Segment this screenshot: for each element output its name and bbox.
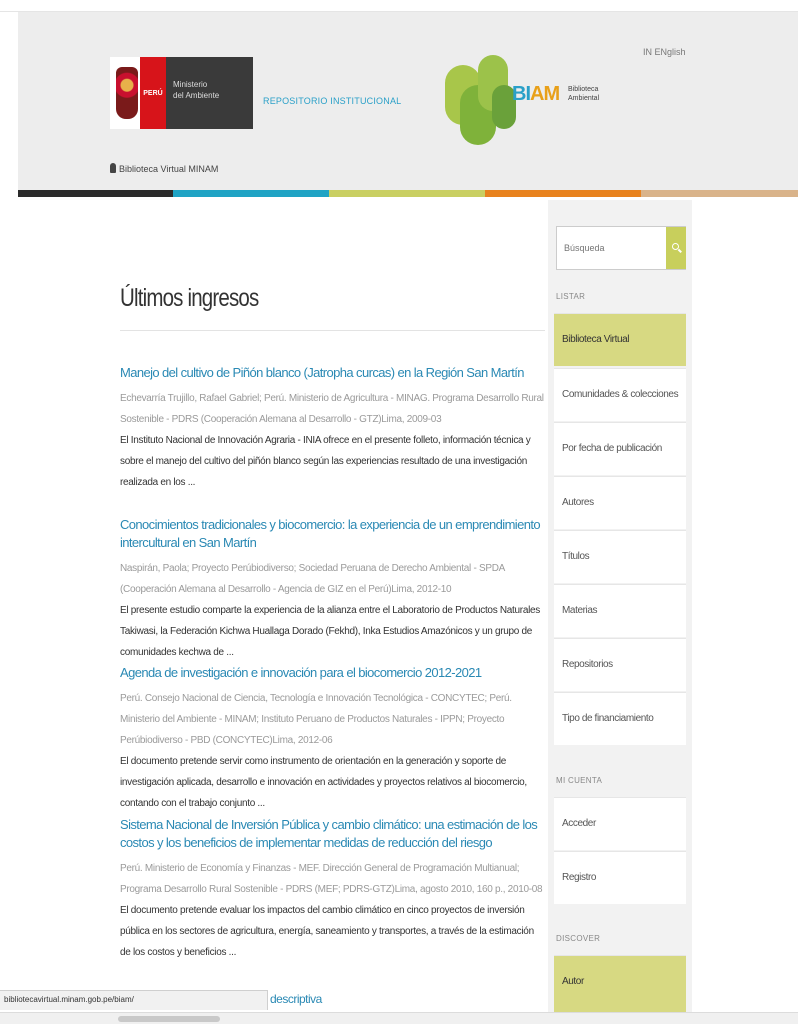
virtual-library-label: Biblioteca Virtual MINAM [119, 164, 219, 174]
item-meta: Echevarría Trujillo, Rafael Gabriel; Per… [120, 393, 544, 425]
sidebar-item-titles[interactable]: Títulos [554, 530, 686, 583]
item-title-link[interactable]: Agenda de investigación e innovación par… [120, 664, 545, 682]
stripe-segment [641, 190, 798, 197]
biam-subtitle: Biblioteca Ambiental [568, 86, 600, 102]
sidebar-item-by-date[interactable]: Por fecha de publicación [554, 422, 686, 475]
search-input[interactable] [557, 227, 667, 269]
sidebar-item-register[interactable]: Registro [554, 851, 686, 904]
item-title-link[interactable]: descriptiva [270, 992, 322, 1006]
sidebar-item-subjects[interactable]: Materias [554, 584, 686, 637]
browser-status-bar: bibliotecavirtual.minam.gob.pe/biam/ [0, 990, 268, 1010]
biam-logo[interactable]: BIAM Biblioteca Ambiental [440, 45, 640, 155]
stripe-segment [485, 190, 641, 197]
search-button[interactable] [666, 227, 686, 269]
ministry-logo[interactable]: PERÚ Ministerio del Ambiente [110, 57, 253, 129]
sidebar-heading-account: Mi cuenta [556, 776, 603, 785]
item-abstract: El Instituto Nacional de Innovación Agra… [120, 435, 531, 488]
list-item: Agenda de investigación e innovación par… [120, 664, 545, 814]
ministry-line-1: Ministerio [173, 80, 208, 89]
biam-mark: BIAM [512, 83, 560, 105]
sidebar-item-repositories[interactable]: Repositorios [554, 638, 686, 691]
virtual-library-link[interactable]: Biblioteca Virtual MINAM [110, 163, 218, 174]
language-switch-link[interactable]: IN ENglish [643, 47, 686, 57]
sidebar-item-authors[interactable]: Autores [554, 476, 686, 529]
search-icon [672, 243, 679, 250]
scrollbar-thumb[interactable] [118, 1016, 220, 1022]
sidebar-heading-discover: Discover [556, 934, 601, 943]
ministry-line-2: del Ambiente [173, 91, 220, 100]
item-title-link[interactable]: Manejo del cultivo de Piñón blanco (Jatr… [120, 364, 545, 382]
color-stripe [18, 190, 798, 197]
ministry-name: Ministerio del Ambiente [166, 57, 253, 129]
site-header: PERÚ Ministerio del Ambiente REPOSITORIO… [18, 12, 798, 190]
item-meta: Perú. Ministerio de Economía y Finanzas … [120, 863, 543, 895]
sidebar-item-login[interactable]: Acceder [554, 797, 686, 850]
item-meta: Perú. Consejo Nacional de Ciencia, Tecno… [120, 693, 512, 746]
stripe-segment [173, 190, 329, 197]
item-title-link[interactable]: Sistema Nacional de Inversión Pública y … [120, 816, 545, 852]
horizontal-scrollbar[interactable] [0, 1012, 798, 1024]
sidebar-item-communities[interactable]: Comunidades & colecciones [554, 368, 686, 421]
person-icon [110, 163, 116, 173]
title-divider [120, 330, 545, 331]
item-title-link[interactable]: Conocimientos tradicionales y biocomerci… [120, 516, 545, 552]
page-title: Últimos ingresos [120, 284, 259, 312]
stripe-segment [18, 190, 173, 197]
peru-flag-label: PERÚ [140, 57, 166, 129]
repository-label[interactable]: REPOSITORIO INSTITUCIONAL [263, 96, 401, 106]
sidebar-item-author-facet[interactable]: Autor [554, 955, 686, 1012]
coat-of-arms-icon [116, 67, 138, 119]
item-abstract: El presente estudio comparte la experien… [120, 605, 540, 658]
sidebar-item-virtual-library[interactable]: Biblioteca Virtual [554, 313, 686, 366]
sidebar-item-funding-type[interactable]: Tipo de financiamiento [554, 692, 686, 745]
sidebar-heading-list: Listar [556, 292, 586, 301]
item-meta: Naspirán, Paola; Proyecto Perúbiodiverso… [120, 563, 505, 595]
list-item: Sistema Nacional de Inversión Pública y … [120, 816, 545, 963]
stripe-segment [329, 190, 485, 197]
list-item: Conocimientos tradicionales y biocomerci… [120, 516, 545, 663]
list-item: Manejo del cultivo de Piñón blanco (Jatr… [120, 364, 545, 493]
item-abstract: El documento pretende servir como instru… [120, 756, 527, 809]
item-abstract: El documento pretende evaluar los impact… [120, 905, 534, 958]
browser-top-edge [0, 0, 798, 12]
